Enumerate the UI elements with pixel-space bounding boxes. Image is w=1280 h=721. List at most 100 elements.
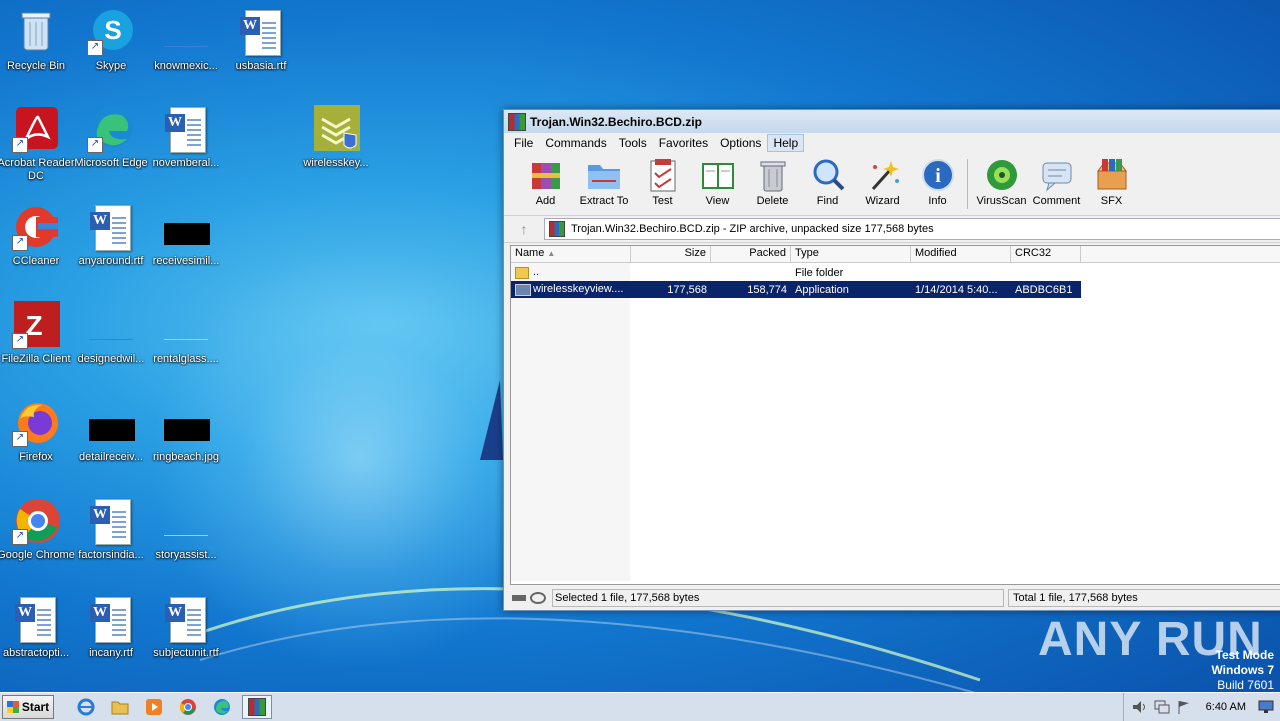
monitor-icon[interactable] [1258, 700, 1274, 714]
desktop-icon-recycle-bin[interactable]: Recycle Bin [0, 8, 75, 73]
shortcut-arrow-icon: ↗ [12, 137, 28, 153]
drive-icon [512, 595, 526, 601]
add-label: Add [535, 195, 556, 207]
desktop-icon-label: Acrobat Reader DC [0, 157, 75, 182]
up-arrow-icon[interactable]: ↑ [504, 221, 544, 237]
volume-icon[interactable] [1132, 700, 1148, 714]
edge-icon: ↗ [87, 105, 135, 153]
desktop-icon-novemberal[interactable]: W novemberal... [147, 105, 225, 170]
blank-file-icon [162, 203, 210, 251]
column-modified[interactable]: Modified [911, 246, 1011, 262]
view-button[interactable]: View [690, 157, 745, 207]
desktop-icon-designedwil[interactable]: designedwil... [72, 301, 150, 366]
blank-file-icon [162, 8, 210, 56]
zip-archive-icon [549, 221, 565, 237]
desktop-icon-knowmexic[interactable]: knowmexic... [147, 8, 225, 73]
internet-explorer-icon [77, 698, 95, 716]
taskbar-media-player[interactable] [140, 696, 168, 718]
row-name-cell: wirelesskeyview.... [511, 283, 631, 296]
add-button[interactable]: Add [518, 157, 573, 207]
taskbar-internet-explorer[interactable] [72, 696, 100, 718]
desktop-icon-anyaround[interactable]: W anyaround.rtf [72, 203, 150, 268]
desktop-icon-rentalglass[interactable]: rentalglass.... [147, 301, 225, 366]
desktop-icon-factorsindia[interactable]: W factorsindia... [72, 497, 150, 562]
menu-tools[interactable]: Tools [613, 134, 653, 152]
desktop-icon-usbasia[interactable]: W usbasia.rtf [222, 8, 300, 73]
shortcut-arrow-icon: ↗ [12, 333, 28, 349]
column-size[interactable]: Size [631, 246, 711, 262]
desktop-icon-chrome[interactable]: ↗ Google Chrome [0, 497, 75, 562]
desktop-icon-incany[interactable]: W incany.rtf [72, 595, 150, 660]
desktop-icon-firefox[interactable]: ↗ Firefox [0, 399, 75, 464]
folder-icon [111, 701, 129, 715]
menu-commands[interactable]: Commands [539, 134, 612, 152]
column-packed[interactable]: Packed [711, 246, 791, 262]
folder-icon [586, 157, 622, 193]
info-button[interactable]: i Info [910, 157, 965, 207]
comment-button[interactable]: Comment [1029, 157, 1084, 207]
column-name[interactable]: Name ▲ [511, 246, 631, 262]
menu-help[interactable]: Help [767, 134, 805, 152]
folder-up-icon [515, 266, 529, 279]
test-button[interactable]: Test [635, 157, 690, 207]
wirelesskeyview-icon [312, 105, 360, 153]
menu-favorites[interactable]: Favorites [653, 134, 714, 152]
clock[interactable]: 6:40 AM [1206, 701, 1246, 713]
taskbar-explorer[interactable] [106, 696, 134, 718]
menu-options[interactable]: Options [714, 134, 767, 152]
table-row[interactable]: .. File folder [511, 264, 1280, 281]
start-button[interactable]: Start [2, 695, 54, 719]
recycle-bin-icon [12, 8, 60, 56]
ccleaner-icon: ↗ [12, 203, 60, 251]
comment-label: Comment [1032, 195, 1081, 207]
virusscan-button[interactable]: VirusScan [974, 157, 1029, 207]
blank-file-icon [87, 399, 135, 447]
desktop-icon-ccleaner[interactable]: ↗ CCleaner [0, 203, 75, 268]
taskbar-edge[interactable] [208, 696, 236, 718]
desktop-icon-label: receivesimil... [152, 255, 220, 267]
window-titlebar[interactable]: Trojan.Win32.Bechiro.BCD.zip [504, 110, 1280, 133]
desktop-icon-abstractopti[interactable]: W abstractopti... [0, 595, 75, 660]
table-row-selected[interactable]: wirelesskeyview.... 177,568 158,774 Appl… [511, 281, 1081, 298]
desktop-icon-ringbeach[interactable]: ringbeach.jpg [147, 399, 225, 464]
desktop-icon-storyassist[interactable]: storyassist... [147, 497, 225, 562]
network-icon[interactable] [1154, 700, 1170, 714]
shortcut-arrow-icon: ↗ [12, 431, 28, 447]
taskbar-chrome[interactable] [174, 696, 202, 718]
status-selected: Selected 1 file, 177,568 bytes [552, 589, 1004, 607]
shortcut-arrow-icon: ↗ [12, 529, 28, 545]
menu-file[interactable]: File [508, 134, 539, 152]
sfx-button[interactable]: SFX [1084, 157, 1139, 207]
desktop-icon-label: wirelesskey... [303, 157, 369, 169]
desktop-icon-receivesimil[interactable]: receivesimil... [147, 203, 225, 268]
word-document-icon: W [237, 8, 285, 56]
archive-path-field[interactable]: Trojan.Win32.Bechiro.BCD.zip - ZIP archi… [544, 218, 1280, 240]
desktop-icon-detailreceiv[interactable]: detailreceiv... [72, 399, 150, 464]
desktop-icon-subjectunit[interactable]: W subjectunit.rtf [147, 595, 225, 660]
desktop-icon-edge[interactable]: ↗ Microsoft Edge [72, 105, 150, 170]
desktop-icon-label: novemberal... [152, 157, 220, 169]
desktop-icon-label: detailreceiv... [79, 451, 143, 463]
action-center-flag-icon[interactable] [1176, 700, 1192, 714]
column-crc32[interactable]: CRC32 [1011, 246, 1081, 262]
desktop-icon-acrobat[interactable]: ↗ Acrobat Reader DC [0, 105, 75, 183]
desktop-icon-wirelesskey[interactable]: wirelesskey... [297, 105, 375, 170]
desktop-icon-skype[interactable]: S ↗ Skype [72, 8, 150, 73]
desktop-icon-filezilla[interactable]: Z ↗ FileZilla Client [0, 301, 75, 366]
windows-logo-icon [6, 701, 19, 713]
wizard-button[interactable]: Wizard [855, 157, 910, 207]
extract-to-button[interactable]: Extract To [573, 157, 635, 207]
column-type[interactable]: Type [791, 246, 911, 262]
build-text: Build 7601 [1217, 678, 1274, 692]
view-label: View [705, 195, 730, 207]
row-name-cell: .. [511, 266, 631, 279]
desktop-icon-label: rentalglass.... [153, 353, 219, 365]
delete-button[interactable]: Delete [745, 157, 800, 207]
filezilla-icon: Z ↗ [12, 301, 60, 349]
find-button[interactable]: Find [800, 157, 855, 207]
taskbar-winrar[interactable] [242, 695, 272, 719]
delete-label: Delete [756, 195, 789, 207]
status-total: Total 1 file, 177,568 bytes [1008, 589, 1280, 607]
desktop-icon-label: designedwil... [77, 353, 145, 365]
desktop-icon-label: factorsindia... [78, 549, 144, 561]
